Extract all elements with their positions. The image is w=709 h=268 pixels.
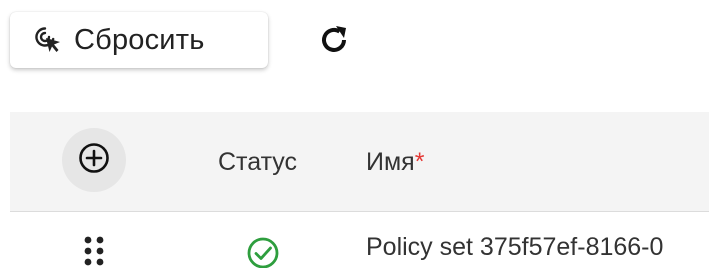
check-circle-icon: [245, 235, 281, 268]
required-mark: *: [414, 148, 425, 176]
cursor-click-icon: [34, 26, 62, 54]
table-row[interactable]: Policy set 375f57ef-8166-0: [10, 213, 709, 268]
add-row-button[interactable]: [62, 128, 126, 192]
refresh-button[interactable]: [314, 22, 354, 62]
plus-circle-icon: [77, 141, 111, 180]
reset-button-label: Сбросить: [74, 23, 205, 56]
reset-button[interactable]: Сбросить: [10, 12, 268, 68]
row-name[interactable]: Policy set 375f57ef-8166-0: [366, 233, 709, 262]
refresh-icon: [317, 23, 351, 62]
drag-handle-icon[interactable]: [82, 235, 106, 268]
column-header-name-label: Имя: [366, 148, 415, 176]
table-header: Статус Имя*: [10, 112, 709, 212]
page: Сбросить Статус Имя* Policy set 375f57ef…: [0, 0, 709, 268]
column-header-name[interactable]: Имя*: [366, 148, 424, 177]
column-header-status[interactable]: Статус: [218, 148, 297, 177]
toolbar: Сбросить: [0, 0, 709, 80]
